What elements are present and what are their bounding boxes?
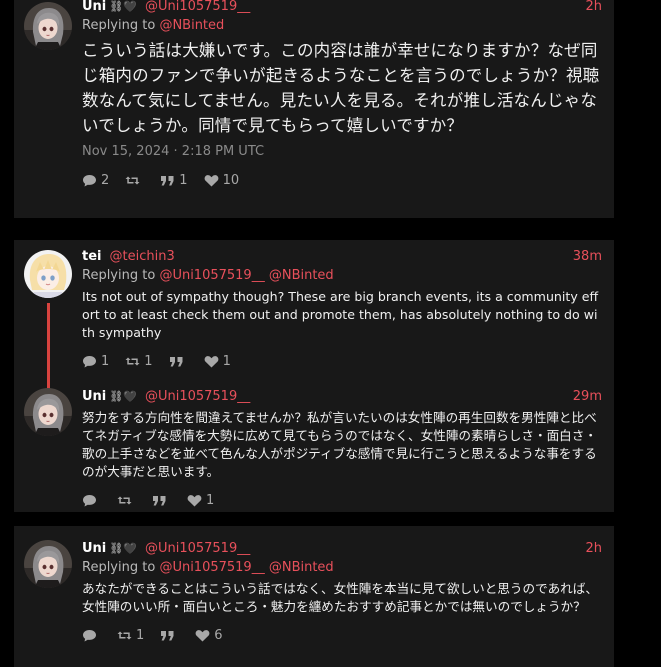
reply-icon (82, 174, 97, 187)
retweet-count: 1 (144, 354, 153, 369)
like-count: 1 (206, 493, 215, 508)
heart-icon (187, 494, 202, 507)
tweet-actions: 2 1 10 (82, 173, 602, 188)
replying-to-label: Replying to (82, 268, 156, 283)
like-action[interactable]: 10 (204, 173, 240, 188)
replying-to: Replying to @Uni1057519__ @NBinted (82, 558, 602, 578)
avatar[interactable] (24, 388, 72, 436)
replying-to-link[interactable]: @NBinted (269, 268, 334, 283)
reply-action[interactable]: 2 (82, 173, 109, 188)
replying-to: Replying to @NBinted (82, 16, 602, 36)
tweet-time[interactable]: 2h (585, 541, 602, 556)
retweet-icon (125, 174, 140, 187)
like-count: 6 (214, 628, 223, 643)
thread-card[interactable]: tei @teichin3 38m Replying to @Uni105751… (14, 240, 614, 512)
tweet-actions: 1 (82, 493, 602, 508)
username[interactable]: @teichin3 (110, 249, 175, 264)
quote-action[interactable] (152, 494, 171, 507)
name-badge: ⛓🖤 (109, 541, 137, 555)
replying-to: Replying to @Uni1057519__ @NBinted (82, 266, 602, 286)
tweet-text: 努力をする方向性を間違えてませんか？私が言いたいのは女性陣の再生回数を男性陣と比… (82, 410, 597, 479)
retweet-icon (125, 355, 140, 368)
tweet-text: あなたができることはこういう話ではなく、女性陣を本当に見て欲しいと思うのであれば… (82, 581, 598, 614)
replying-to-link[interactable]: @Uni1057519__ (159, 268, 264, 283)
retweet-count: 1 (136, 628, 145, 643)
reply-action[interactable]: 1 (82, 354, 109, 369)
quote-action[interactable] (169, 355, 188, 368)
tweet-actions: 1 6 (82, 628, 602, 643)
username[interactable]: @Uni1057519__ (145, 0, 250, 14)
quote-action[interactable] (160, 629, 179, 642)
like-count: 1 (222, 354, 231, 369)
quote-icon (152, 494, 167, 507)
retweet-icon (117, 494, 132, 507)
replying-to-link[interactable]: @NBinted (269, 560, 334, 575)
tweet-time[interactable]: 38m (573, 249, 602, 264)
tweet-card[interactable]: Uni ⛓🖤 @Uni1057519__ 2h Replying to @Uni… (14, 526, 614, 667)
tweet-header: tei @teichin3 38m (82, 246, 602, 266)
reply-action[interactable] (82, 494, 101, 507)
heart-icon (204, 355, 219, 368)
reply-icon (82, 494, 97, 507)
reply-icon (82, 629, 97, 642)
tweet-text: Its not out of sympathy though? These ar… (82, 289, 599, 340)
tweet-header: Uni ⛓🖤 @Uni1057519__ 29m (82, 386, 602, 406)
avatar[interactable] (24, 540, 72, 588)
reply-icon (82, 355, 97, 368)
replying-to-link[interactable]: @NBinted (159, 18, 224, 33)
like-action[interactable]: 1 (187, 493, 214, 508)
heart-icon (195, 629, 210, 642)
quote-icon (160, 174, 175, 187)
tweet-date[interactable]: Nov 15, 2024 · 2:18 PM UTC (82, 144, 602, 159)
like-count: 10 (222, 173, 240, 188)
tweet-header: Uni ⛓🖤 @Uni1057519__ 2h (82, 0, 602, 16)
reply-count: 2 (101, 173, 110, 188)
replying-to-label: Replying to (82, 560, 156, 575)
tweet-header: Uni ⛓🖤 @Uni1057519__ 2h (82, 538, 602, 558)
like-action[interactable]: 6 (195, 628, 223, 643)
heart-icon (204, 174, 219, 187)
name-badge: ⛓🖤 (109, 389, 137, 403)
display-name[interactable]: Uni (82, 389, 106, 404)
avatar[interactable] (24, 2, 72, 50)
name-badge: ⛓🖤 (109, 0, 137, 13)
retweet-action[interactable]: 1 (117, 628, 144, 643)
quote-count: 1 (179, 173, 188, 188)
tweet-text: こういう話は大嫌いです。この内容は誰が幸せになりますか？なぜ同じ箱内のファンで争… (82, 41, 600, 135)
tweet-card[interactable]: Uni ⛓🖤 @Uni1057519__ 2h Replying to @NBi… (14, 0, 614, 218)
retweet-action[interactable]: 1 (125, 354, 153, 369)
username[interactable]: @Uni1057519__ (145, 541, 250, 556)
username[interactable]: @Uni1057519__ (145, 389, 250, 404)
quote-icon (160, 629, 175, 642)
display-name[interactable]: tei (82, 249, 102, 264)
retweet-action[interactable] (125, 174, 144, 187)
quote-action[interactable]: 1 (160, 173, 188, 188)
tweet-time[interactable]: 2h (585, 0, 602, 14)
display-name[interactable]: Uni (82, 541, 106, 556)
thread-line (47, 303, 50, 389)
display-name[interactable]: Uni (82, 0, 106, 14)
replying-to-link[interactable]: @Uni1057519__ (159, 560, 264, 575)
avatar[interactable] (24, 250, 72, 298)
retweet-action[interactable] (117, 494, 136, 507)
reply-action[interactable] (82, 629, 101, 642)
like-action[interactable]: 1 (204, 354, 231, 369)
tweet-actions: 1 1 1 (82, 354, 602, 369)
replying-to-label: Replying to (82, 18, 156, 33)
quote-icon (169, 355, 184, 368)
retweet-icon (117, 629, 132, 642)
reply-count: 1 (101, 354, 110, 369)
tweet-time[interactable]: 29m (573, 389, 602, 404)
